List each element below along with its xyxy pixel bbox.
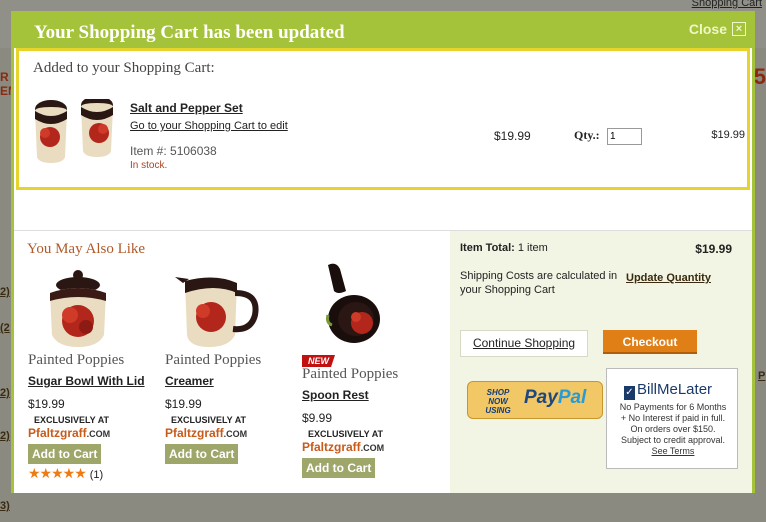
- bill-me-later-logo: ✓ BillMeLater: [624, 381, 712, 400]
- line-total: $19.99: [711, 129, 745, 141]
- add-to-cart-button[interactable]: Add to Cart: [28, 444, 102, 464]
- add-to-cart-button[interactable]: Add to Cart: [302, 458, 376, 478]
- paypal-logo: PayPal: [524, 387, 586, 409]
- retailer-name: Pfaltzgraff: [165, 426, 224, 440]
- add-to-cart-button[interactable]: Add to Cart: [165, 444, 239, 464]
- bml-logo-text: BillMeLater: [637, 381, 713, 398]
- order-summary-panel: Item Total: 1 item $19.99 Shipping Costs…: [450, 231, 752, 493]
- modal-header: Your Shopping Cart has been updated Clos…: [14, 14, 752, 48]
- spoon-rest-image[interactable]: [316, 261, 386, 347]
- bml-line: No Payments for 6 Months: [619, 402, 727, 412]
- bill-me-later-panel[interactable]: ✓ BillMeLater No Payments for 6 Months + …: [606, 368, 738, 469]
- exclusive-label: EXCLUSIVELY AT: [308, 429, 384, 439]
- retailer-name: Pfaltzgraff: [302, 440, 361, 454]
- retailer-suffix: .COM: [223, 429, 248, 439]
- retailer-suffix: .COM: [360, 443, 385, 453]
- pfaltzgraff-logo: Pfaltzgraff.COM: [302, 440, 384, 454]
- close-label: Close: [688, 21, 727, 37]
- recommendation-price: $19.99: [28, 397, 65, 411]
- background-fragment: 2): [0, 430, 10, 442]
- cart-updated-modal: Your Shopping Cart has been updated Clos…: [11, 11, 755, 493]
- pfaltzgraff-logo: Pfaltzgraff.COM: [28, 426, 110, 440]
- recommendation-name-link[interactable]: Spoon Rest: [302, 388, 369, 402]
- bml-line: + No Interest if paid in full.: [620, 413, 726, 423]
- paypal-button[interactable]: SHOP NOW USING PayPal: [467, 381, 603, 419]
- background-fragment: 2): [0, 286, 10, 298]
- recommendation-sugar-bowl: Painted Poppies Sugar Bowl With Lid $19.…: [28, 269, 168, 489]
- recommendation-creamer: Painted Poppies Creamer $19.99 EXCLUSIVE…: [165, 269, 305, 489]
- unit-price: $19.99: [494, 129, 531, 143]
- close-button[interactable]: Close ×: [689, 21, 746, 37]
- recommendation-name-link[interactable]: Creamer: [165, 374, 214, 388]
- recommendation-name-link[interactable]: Sugar Bowl With Lid: [28, 374, 145, 388]
- checkmark-icon: ✓: [624, 386, 635, 400]
- creamer-image[interactable]: [175, 273, 261, 349]
- background-fragment: P: [758, 370, 766, 382]
- qty-input[interactable]: [607, 128, 642, 145]
- you-may-also-like-heading: You May Also Like: [27, 241, 146, 257]
- background-fragment: R: [0, 70, 9, 84]
- recommendation-price: $19.99: [165, 397, 202, 411]
- exclusive-label: EXCLUSIVELY AT: [171, 415, 247, 425]
- item-total-heading: Item Total:: [460, 242, 515, 254]
- stock-status: In stock.: [130, 160, 168, 171]
- bill-me-later-terms: No Payments for 6 Months + No Interest i…: [607, 402, 739, 457]
- paypal-small-text: SHOP NOW USING: [485, 388, 511, 415]
- pfaltzgraff-logo: Pfaltzgraff.COM: [165, 426, 247, 440]
- checkout-button[interactable]: Checkout: [603, 330, 697, 354]
- added-to-cart-box: Added to your Shopping Cart: Salt and Pe…: [16, 48, 750, 190]
- rating-count: (1): [89, 469, 104, 481]
- modal-title: Your Shopping Cart has been updated: [34, 22, 345, 43]
- star-icons: ★★★★★: [28, 465, 87, 481]
- recommendation-brand: Painted Poppies: [28, 352, 125, 368]
- continue-shopping-button[interactable]: Continue Shopping: [460, 330, 588, 357]
- retailer-name: Pfaltzgraff: [28, 426, 87, 440]
- retailer-suffix: .COM: [86, 429, 111, 439]
- shipping-note: Shipping Costs are calculated in your Sh…: [460, 270, 618, 296]
- you-may-also-like-section: You May Also Like Painted Poppies Sugar …: [14, 231, 450, 493]
- edit-cart-link[interactable]: Go to your Shopping Cart to edit: [130, 120, 288, 132]
- item-number: Item #: 5106038: [130, 144, 217, 158]
- recommendation-brand: Painted Poppies: [165, 352, 262, 368]
- background-fragment: 5: [753, 64, 766, 89]
- rating-stars[interactable]: ★★★★★ (1): [28, 465, 103, 482]
- recommendation-spoon-rest: NEW Painted Poppies Spoon Rest $9.99 EXC…: [302, 261, 442, 489]
- recommendation-price: $9.99: [302, 411, 333, 425]
- item-total-label: Item Total: 1 item: [460, 242, 548, 254]
- recommendation-brand: Painted Poppies: [302, 366, 399, 382]
- exclusive-label: EXCLUSIVELY AT: [34, 415, 110, 425]
- close-x-icon[interactable]: ×: [732, 22, 746, 36]
- paypal-pal-text: Pal: [557, 387, 587, 408]
- qty-label: Qty.:: [574, 128, 600, 142]
- background-shopping-cart-link: Shopping Cart: [691, 0, 762, 9]
- see-terms-link[interactable]: See Terms: [607, 446, 739, 457]
- background-fragment: 3): [0, 500, 10, 512]
- sugar-bowl-image[interactable]: [38, 269, 118, 349]
- item-total-count: 1 item: [514, 242, 548, 254]
- item-total-value: $19.99: [695, 242, 732, 256]
- bml-line: On orders over $150.: [630, 424, 716, 434]
- salt-and-pepper-set-image[interactable]: [33, 99, 125, 165]
- background-fragment: (2: [0, 322, 10, 334]
- bml-line: Subject to credit approval.: [620, 435, 726, 445]
- added-heading: Added to your Shopping Cart:: [33, 60, 215, 76]
- background-fragment: 2): [0, 387, 10, 399]
- paypal-pay-text: Pay: [524, 387, 558, 408]
- update-quantity-link[interactable]: Update Quantity: [626, 272, 711, 284]
- product-name-link[interactable]: Salt and Pepper Set: [130, 101, 243, 115]
